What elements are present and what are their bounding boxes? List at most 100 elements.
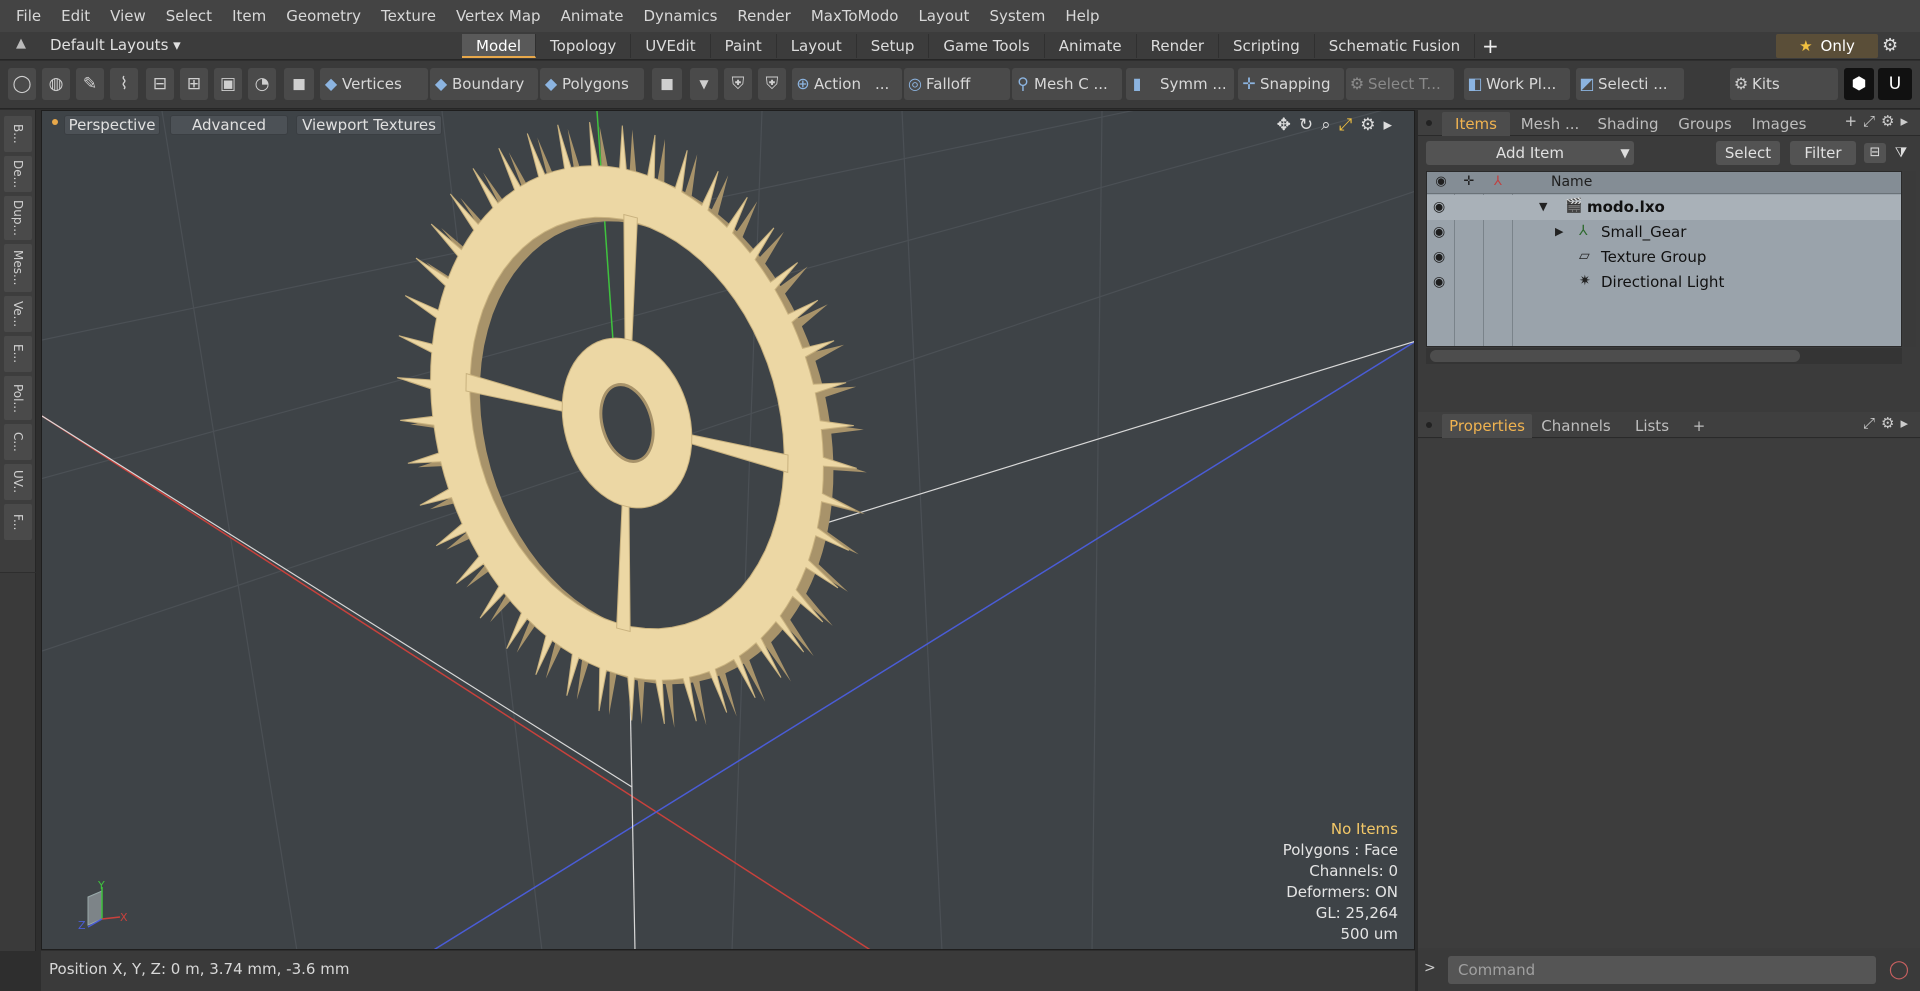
symmetry-button[interactable]: ▮ Symm ...	[1126, 68, 1234, 100]
zoom-view-icon[interactable]: ⌕	[1321, 115, 1331, 135]
menu-layout[interactable]: Layout	[908, 0, 979, 32]
left-tool-uv[interactable]: UV..	[4, 464, 32, 500]
snapping-button[interactable]: ✛ Snapping	[1238, 68, 1344, 100]
left-tool-duplicate[interactable]: Dup...	[4, 196, 32, 240]
select-circle-icon[interactable]: ◯	[8, 68, 36, 100]
expand-triangle-icon[interactable]: ▼	[1539, 200, 1547, 213]
left-tool-f[interactable]: F...	[4, 504, 32, 540]
left-tool-curve[interactable]: C...	[4, 424, 32, 460]
left-tool-deform[interactable]: De...	[4, 156, 32, 192]
tab-uvedit[interactable]: UVEdit	[631, 34, 711, 58]
add-tab-icon[interactable]: +	[1688, 414, 1710, 438]
item-list-horizontal-scrollbar[interactable]	[1426, 348, 1902, 364]
visibility-eye-icon[interactable]: ◉	[1433, 199, 1445, 215]
menu-geometry[interactable]: Geometry	[276, 0, 371, 32]
tab-setup[interactable]: Setup	[857, 34, 930, 58]
menu-file[interactable]: File	[6, 0, 51, 32]
visibility-eye-icon[interactable]: ◉	[1433, 224, 1445, 240]
tab-render[interactable]: Render	[1137, 34, 1220, 58]
shading-dropdown[interactable]: Advanced	[170, 115, 288, 135]
menu-edit[interactable]: Edit	[51, 0, 100, 32]
scrollbar-thumb[interactable]	[1430, 350, 1800, 362]
globe-icon[interactable]: ◍	[42, 68, 70, 100]
shield-star-icon[interactable]: ⛨	[758, 68, 786, 100]
left-tool-polygon[interactable]: Pol...	[4, 376, 32, 420]
frame-icon[interactable]: ▣	[214, 68, 242, 100]
cube-icon[interactable]: ◼	[284, 68, 314, 100]
axis-header-icon[interactable]: ⅄	[1485, 174, 1511, 189]
compass-icon[interactable]: ◔	[248, 68, 276, 100]
shield-icon[interactable]: ⛨	[724, 68, 752, 100]
item-mode-icon[interactable]: ◼	[652, 68, 682, 100]
tab-channels[interactable]: Channels	[1536, 414, 1616, 438]
modo-cube-icon[interactable]: ⬢	[1844, 68, 1874, 100]
work-plane-button[interactable]: ◧ Work Pl...	[1464, 68, 1570, 100]
tab-items[interactable]: Items	[1442, 112, 1510, 136]
menu-animate[interactable]: Animate	[551, 0, 634, 32]
left-tool-edge[interactable]: E...	[4, 336, 32, 372]
panel-tab-icons[interactable]: ⤢⚙▸	[1863, 414, 1914, 432]
funnel-icon[interactable]: ⧩	[1890, 143, 1912, 163]
menu-maxtomodo[interactable]: MaxToModo	[801, 0, 909, 32]
tree-row[interactable]: ◉ ▶ ⅄ Small_Gear	[1427, 220, 1901, 245]
tree-row[interactable]: ◉ ▱ Texture Group	[1427, 245, 1901, 270]
left-tool-vertex[interactable]: Ve...	[4, 296, 32, 332]
menu-texture[interactable]: Texture	[371, 0, 446, 32]
lock-header-icon[interactable]: ✛	[1456, 174, 1482, 189]
tab-layout[interactable]: Layout	[777, 34, 857, 58]
action-center-button[interactable]: ⊕ Action...	[792, 68, 902, 100]
view-mode-dropdown[interactable]: Perspective	[64, 115, 160, 135]
menu-select[interactable]: Select	[156, 0, 222, 32]
unreal-icon[interactable]: U	[1878, 68, 1912, 100]
gear-icon[interactable]: ⚙	[1882, 35, 1898, 56]
tab-animate[interactable]: Animate	[1045, 34, 1137, 58]
tab-scripting[interactable]: Scripting	[1219, 34, 1315, 58]
grid-icon[interactable]: ⊞	[180, 68, 208, 100]
tree-row[interactable]: ◉ ✷ Directional Light	[1427, 270, 1901, 295]
add-item-button[interactable]: Add Item	[1426, 141, 1634, 165]
menu-dynamics[interactable]: Dynamics	[633, 0, 727, 32]
filter-button[interactable]: Filter	[1790, 141, 1856, 165]
left-tool-mesh[interactable]: Mes...	[4, 244, 32, 292]
move-view-icon[interactable]: ✥	[1277, 115, 1291, 135]
chevron-down-icon[interactable]: ▼	[690, 68, 718, 100]
add-tab-icon[interactable]: +	[1482, 34, 1499, 58]
tab-properties[interactable]: Properties	[1442, 414, 1532, 438]
tab-mesh[interactable]: Mesh ...	[1514, 112, 1586, 136]
menu-system[interactable]: System	[979, 0, 1055, 32]
vertices-button[interactable]: ◆ Vertices	[320, 68, 428, 100]
visibility-eye-icon[interactable]: ◉	[1433, 274, 1445, 290]
viewport-textures-dropdown[interactable]: Viewport Textures	[296, 115, 442, 135]
tab-paint[interactable]: Paint	[711, 34, 777, 58]
menu-help[interactable]: Help	[1055, 0, 1109, 32]
item-list[interactable]: ◉ ✛ ⅄ Name ◉ ▼ 🎬 modo.lxo ◉ ▶ ⅄ Small_Ge…	[1426, 171, 1902, 347]
item-list-vertical-scrollbar[interactable]	[1904, 171, 1916, 347]
viewport-gear-icon[interactable]: ⚙	[1360, 115, 1375, 135]
menu-vertex-map[interactable]: Vertex Map	[446, 0, 551, 32]
record-icon[interactable]: ◯	[1884, 956, 1914, 984]
selection-sets-button[interactable]: ◩ Selecti ...	[1576, 68, 1684, 100]
command-arrow-icon[interactable]: >	[1424, 960, 1436, 976]
loop-icon[interactable]: ⊟	[146, 68, 174, 100]
select-through-button[interactable]: ⚙ Select T...	[1346, 68, 1454, 100]
viewport-more-icon[interactable]: ▸	[1383, 115, 1392, 135]
menu-item[interactable]: Item	[222, 0, 276, 32]
name-column-header[interactable]: Name	[1551, 174, 1592, 190]
command-input[interactable]: Command	[1448, 956, 1876, 984]
tab-lists[interactable]: Lists	[1620, 414, 1684, 438]
left-tool-b[interactable]: B...	[4, 116, 32, 152]
visibility-eye-icon[interactable]: ◉	[1433, 249, 1445, 265]
gear-model[interactable]	[397, 122, 867, 728]
pen-icon[interactable]: ✎	[76, 68, 104, 100]
polygons-button[interactable]: ◆ Polygons	[540, 68, 644, 100]
panel-tab-icons[interactable]: +⤢⚙▸	[1844, 112, 1914, 130]
3d-viewport[interactable]: Perspective Advanced Viewport Textures ✥…	[41, 110, 1415, 950]
tab-shading[interactable]: Shading	[1590, 112, 1666, 136]
tree-row[interactable]: ◉ ▼ 🎬 modo.lxo	[1427, 195, 1901, 220]
chevron-down-icon[interactable]: ▼	[1614, 141, 1636, 165]
tab-topology[interactable]: Topology	[536, 34, 632, 58]
select-button[interactable]: Select	[1716, 141, 1780, 165]
boundary-button[interactable]: ◆ Boundary	[430, 68, 538, 100]
tab-images[interactable]: Images	[1744, 112, 1814, 136]
tab-game-tools[interactable]: Game Tools	[929, 34, 1045, 58]
